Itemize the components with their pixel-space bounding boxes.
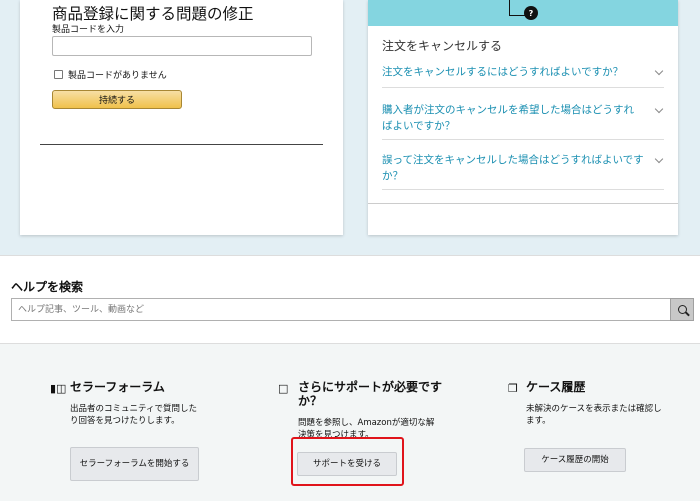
faq-item[interactable]: 購入者が注文のキャンセルを希望した場合はどうすればよいですか？	[382, 102, 664, 140]
product-code-label: 製品コードを入力	[52, 25, 125, 35]
chevron-down-icon[interactable]	[654, 154, 664, 164]
help-search-input[interactable]	[11, 298, 670, 321]
question-badge-icon: ?	[524, 6, 538, 20]
divider	[368, 203, 678, 204]
divider	[40, 144, 323, 145]
hero-banner: ?	[368, 0, 678, 26]
highlight-box	[291, 437, 404, 486]
case-log-button[interactable]: ケース履歴の開始	[524, 448, 626, 472]
chevron-down-icon[interactable]	[654, 66, 664, 76]
cancel-section-title: 注文をキャンセルする	[382, 39, 503, 53]
product-fix-title: 商品登録に関する問題の修正	[52, 5, 254, 23]
no-product-code-label[interactable]: 製品コードがありません	[68, 68, 167, 81]
chevron-down-icon[interactable]	[654, 104, 664, 114]
speech-bubble-icon: □	[278, 382, 289, 395]
get-support-title: さらにサポートが必要ですか？	[298, 380, 443, 408]
faq-question[interactable]: 注文をキャンセルするにはどうすればよいですか？	[382, 64, 644, 80]
faq-item[interactable]: 誤って注文をキャンセルした場合はどうすればよいですか？	[382, 152, 664, 190]
faq-question[interactable]: 誤って注文をキャンセルした場合はどうすればよいですか？	[382, 152, 644, 184]
seller-forum-description: 出品者のコミュニティで質問したり回答を見つけたりします。	[70, 404, 197, 426]
cancel-order-card: ? 注文をキャンセルする 注文をキャンセルするにはどうすればよいですか？ 購入者…	[368, 0, 678, 235]
faq-question[interactable]: 購入者が注文のキャンセルを希望した場合はどうすればよいですか？	[382, 102, 644, 134]
seller-forum-button[interactable]: セラーフォーラムを開始する	[70, 447, 199, 481]
seller-forum-title: セラーフォーラム	[70, 380, 165, 394]
forum-icon: ▮◫	[50, 382, 67, 395]
search-icon[interactable]	[677, 305, 687, 314]
help-search-section: ヘルプを検索	[0, 255, 700, 343]
faq-item[interactable]: 注文をキャンセルするにはどうすればよいですか？	[382, 64, 664, 88]
help-search-title: ヘルプを検索	[11, 280, 84, 294]
product-fix-card: 商品登録に関する問題の修正 製品コードを入力 製品コードがありません 持続する	[20, 0, 343, 235]
search-button[interactable]	[670, 298, 694, 321]
continue-button[interactable]: 持続する	[52, 90, 182, 109]
no-product-code-checkbox[interactable]	[54, 70, 63, 79]
bracket-graphic	[509, 0, 525, 16]
product-code-input[interactable]	[52, 36, 312, 56]
copy-icon: ❐	[508, 382, 518, 395]
case-log-title: ケース履歴	[526, 380, 586, 394]
case-log-description: 未解決のケースを表示または確認します。	[526, 404, 662, 426]
